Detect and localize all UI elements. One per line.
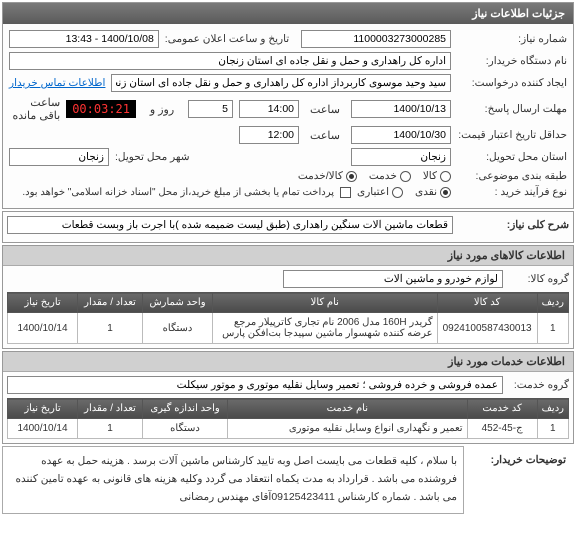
- deadline-label: مهلت ارسال پاسخ:: [457, 103, 567, 115]
- row-creator: ایجاد کننده درخواست: اطلاعات تماس خریدار: [9, 74, 567, 92]
- buyer-input[interactable]: [9, 52, 451, 70]
- buyer-label: نام دستگاه خریدار:: [457, 55, 567, 67]
- services-table-row: 1 ج-45-452 تعمیر و نگهداری انواع وسایل ن…: [8, 419, 569, 439]
- contact-link[interactable]: اطلاعات تماس خریدار: [9, 77, 105, 89]
- remain-label: ساعت باقی مانده: [9, 96, 60, 122]
- notes-row: توضیحات خریدار: با سلام ، کلیه قطعات می …: [2, 446, 574, 514]
- city-input[interactable]: [9, 148, 109, 166]
- radio-credit[interactable]: اعتباری: [357, 186, 403, 198]
- notes-label: توضیحات خریدار:: [464, 446, 574, 466]
- panel-title: جزئیات اطلاعات نیاز: [3, 3, 573, 24]
- th-date: تاریخ نیاز: [8, 293, 78, 313]
- credit-note: پرداخت تمام یا بخشی از مبلغ خرید،از محل …: [22, 187, 334, 198]
- province-label: استان محل تحویل:: [457, 151, 567, 163]
- goods-header: اطلاعات کالاهای مورد نیاز: [3, 246, 573, 266]
- scell-unit: دستگاه: [143, 419, 228, 439]
- need-no-input[interactable]: [301, 30, 451, 48]
- th-sunit: واحد اندازه گیری: [143, 399, 228, 419]
- main-panel: جزئیات اطلاعات نیاز شماره نیاز: تاریخ و …: [2, 2, 574, 209]
- cell-unit: دستگاه: [143, 313, 213, 344]
- row-deadline: مهلت ارسال پاسخ: ساعت روز و 00:03:21 ساع…: [9, 96, 567, 122]
- buytype-radios: نقدی اعتباری: [357, 186, 451, 198]
- services-group-row: گروه خدمت:: [7, 376, 569, 394]
- time-label-2: ساعت: [305, 129, 345, 142]
- deadline-date-input[interactable]: [351, 100, 451, 118]
- time-label-1: ساعت: [305, 103, 345, 116]
- scell-code: ج-45-452: [467, 419, 537, 439]
- validity-date-input[interactable]: [351, 126, 451, 144]
- category-radios: کالا خدمت کالا/خدمت: [298, 170, 451, 182]
- th-srow: ردیف: [537, 399, 568, 419]
- notes-text: با سلام ، کلیه قطعات می بایست اصل وبه تا…: [2, 446, 464, 514]
- radio-both[interactable]: کالا/خدمت: [298, 170, 357, 182]
- row-location: استان محل تحویل: شهر محل تحویل:: [9, 148, 567, 166]
- row-need-no: شماره نیاز: تاریخ و ساعت اعلان عمومی:: [9, 30, 567, 48]
- row-buytype: نوع فرآیند خرید : نقدی اعتباری پرداخت تم…: [9, 186, 567, 198]
- th-qty: تعداد / مقدار: [78, 293, 143, 313]
- credit-checkbox[interactable]: [340, 187, 351, 198]
- creator-label: ایجاد کننده درخواست:: [457, 77, 567, 89]
- countdown-timer: 00:03:21: [66, 100, 136, 118]
- need-no-label: شماره نیاز:: [457, 33, 567, 45]
- th-unit: واحد شمارش: [143, 293, 213, 313]
- radio-goods[interactable]: کالا: [423, 170, 451, 182]
- form-body: شماره نیاز: تاریخ و ساعت اعلان عمومی: نا…: [3, 24, 573, 208]
- city-label: شهر محل تحویل:: [115, 151, 190, 163]
- goods-group-row: گروه کالا:: [7, 270, 569, 288]
- announce-input[interactable]: [9, 30, 159, 48]
- announce-label: تاریخ و ساعت اعلان عمومی:: [165, 33, 289, 45]
- services-table-header: ردیف کد خدمت نام خدمت واحد اندازه گیری ت…: [8, 399, 569, 419]
- goods-table-row: 1 0924100587430013 گریدر 160H مدل 2006 ن…: [8, 313, 569, 344]
- validity-time-input[interactable]: [239, 126, 299, 144]
- goods-group-label: گروه کالا:: [509, 273, 569, 285]
- th-row: ردیف: [537, 293, 568, 313]
- need-desc-input[interactable]: [7, 216, 453, 234]
- cell-code: 0924100587430013: [437, 313, 537, 344]
- th-sdate: تاریخ نیاز: [8, 399, 78, 419]
- scell-date: 1400/10/14: [8, 419, 78, 439]
- day-value-input[interactable]: [188, 100, 233, 118]
- services-group-input[interactable]: [7, 376, 503, 394]
- goods-group-input[interactable]: [283, 270, 503, 288]
- day-label: روز و: [142, 103, 182, 116]
- services-panel: اطلاعات خدمات مورد نیاز گروه خدمت: ردیف …: [2, 351, 574, 444]
- goods-panel: اطلاعات کالاهای مورد نیاز گروه کالا: ردی…: [2, 245, 574, 349]
- cell-row: 1: [537, 313, 568, 344]
- cell-name: گریدر 160H مدل 2006 نام تجاری کاترپیلار …: [213, 313, 438, 344]
- category-label: طبقه بندی موضوعی:: [457, 170, 567, 182]
- th-code: کد کالا: [437, 293, 537, 313]
- need-desc-row: شرح کلی نیاز:: [7, 216, 569, 234]
- th-sname: نام خدمت: [228, 399, 468, 419]
- services-table: ردیف کد خدمت نام خدمت واحد اندازه گیری ت…: [7, 398, 569, 439]
- buytype-label: نوع فرآیند خرید :: [457, 186, 567, 198]
- cell-qty: 1: [78, 313, 143, 344]
- row-category: طبقه بندی موضوعی: کالا خدمت کالا/خدمت: [9, 170, 567, 182]
- scell-name: تعمیر و نگهداری انواع وسایل نقلیه موتوری: [228, 419, 468, 439]
- radio-service[interactable]: خدمت: [369, 170, 411, 182]
- radio-cash[interactable]: نقدی: [415, 186, 451, 198]
- province-input[interactable]: [351, 148, 451, 166]
- scell-qty: 1: [78, 419, 143, 439]
- cell-date: 1400/10/14: [8, 313, 78, 344]
- need-desc-label: شرح کلی نیاز:: [459, 219, 569, 231]
- goods-table: ردیف کد کالا نام کالا واحد شمارش تعداد /…: [7, 292, 569, 344]
- th-sqty: تعداد / مقدار: [78, 399, 143, 419]
- need-desc-panel: شرح کلی نیاز:: [2, 211, 574, 243]
- goods-table-header: ردیف کد کالا نام کالا واحد شمارش تعداد /…: [8, 293, 569, 313]
- services-header: اطلاعات خدمات مورد نیاز: [3, 352, 573, 372]
- creator-input[interactable]: [111, 74, 451, 92]
- deadline-time-input[interactable]: [239, 100, 299, 118]
- row-validity: حداقل تاریخ اعتبار قیمت: ساعت: [9, 126, 567, 144]
- row-buyer: نام دستگاه خریدار:: [9, 52, 567, 70]
- validity-label: حداقل تاریخ اعتبار قیمت:: [457, 129, 567, 141]
- scell-row: 1: [537, 419, 568, 439]
- th-name: نام کالا: [213, 293, 438, 313]
- th-scode: کد خدمت: [467, 399, 537, 419]
- services-group-label: گروه خدمت:: [509, 379, 569, 391]
